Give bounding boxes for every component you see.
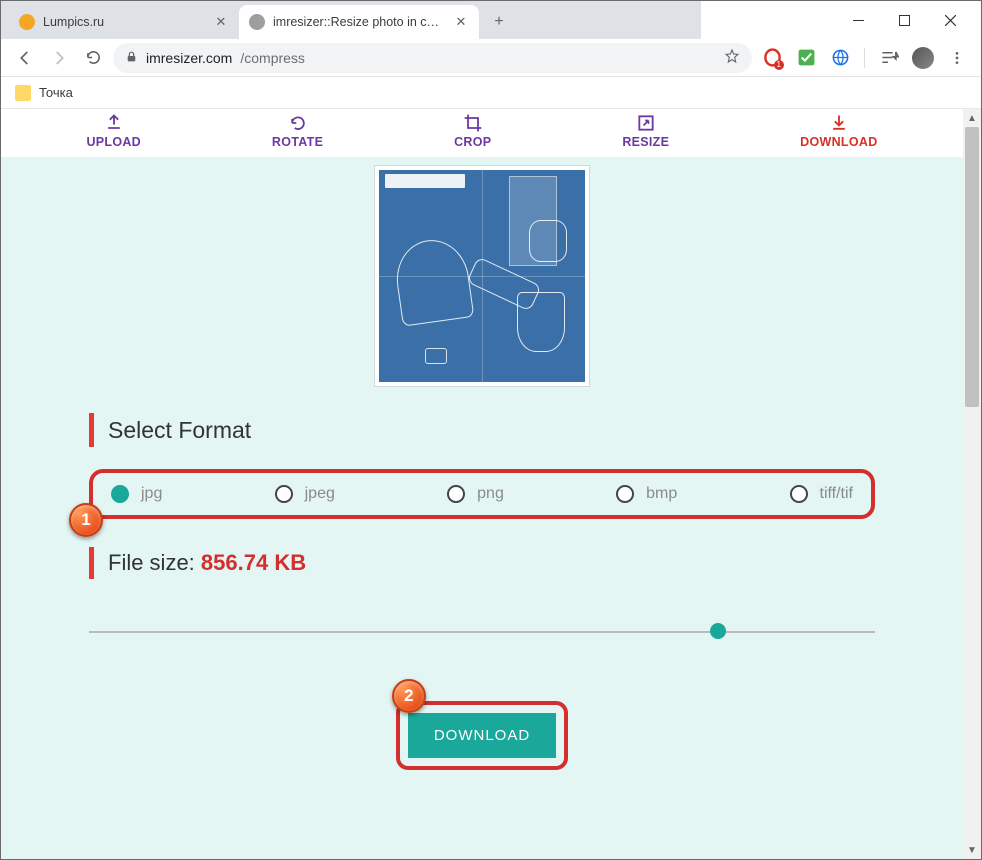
bookmarks-bar: Точка xyxy=(1,77,981,109)
radio-icon xyxy=(111,485,129,503)
scrollbar-thumb[interactable] xyxy=(965,127,979,407)
radio-icon xyxy=(275,485,293,503)
annotation-badge-text: 2 xyxy=(404,686,413,706)
window-close-button[interactable] xyxy=(927,5,973,35)
toolbar-divider xyxy=(864,48,865,68)
browser-toolbar: imresizer.com/compress 1 xyxy=(1,39,981,77)
step-resize[interactable]: RESIZE xyxy=(622,113,669,149)
quality-slider[interactable] xyxy=(89,619,875,643)
radio-icon xyxy=(790,485,808,503)
file-size-text: File size: 856.74 KB xyxy=(108,550,306,576)
profile-avatar[interactable] xyxy=(909,44,937,72)
radio-icon xyxy=(447,485,465,503)
scroll-up-arrow-icon[interactable]: ▲ xyxy=(963,109,981,127)
extension-globe-icon[interactable] xyxy=(826,44,854,72)
step-label: UPLOAD xyxy=(86,135,141,149)
tab-title: imresizer::Resize photo in cm, mm xyxy=(273,15,445,29)
radio-icon xyxy=(616,485,634,503)
rotate-icon xyxy=(288,113,308,133)
favicon-icon xyxy=(249,14,265,30)
favicon-icon xyxy=(19,14,35,30)
tab-close-icon[interactable]: ✕ xyxy=(453,14,469,30)
back-button[interactable] xyxy=(11,44,39,72)
viewport: UPLOAD ROTATE CROP RESIZE DOWNLOAD xyxy=(1,109,981,859)
file-size-label: File size: xyxy=(108,550,201,575)
tab-lumpics[interactable]: Lumpics.ru ✕ xyxy=(9,5,239,39)
image-preview-frame xyxy=(374,165,590,387)
format-tiff[interactable]: tiff/tif xyxy=(790,485,854,503)
format-label: tiff/tif xyxy=(820,485,854,503)
bookmark-item[interactable]: Точка xyxy=(39,85,73,100)
url-host: imresizer.com xyxy=(146,50,232,66)
format-jpeg[interactable]: jpeg xyxy=(275,485,335,503)
browser-window: Lumpics.ru ✕ imresizer::Resize photo in … xyxy=(0,0,982,860)
slider-thumb[interactable] xyxy=(710,623,726,639)
resize-icon xyxy=(636,113,656,133)
download-button-wrap: DOWNLOAD 2 xyxy=(1,701,963,770)
bookmark-folder-icon xyxy=(15,85,31,101)
url-path: /compress xyxy=(240,50,305,66)
format-label: png xyxy=(477,485,504,503)
window-minimize-button[interactable] xyxy=(835,5,881,35)
steps-nav: UPLOAD ROTATE CROP RESIZE DOWNLOAD xyxy=(1,109,963,157)
download-icon xyxy=(829,113,849,133)
slider-track xyxy=(89,631,875,633)
crop-icon xyxy=(463,113,483,133)
image-preview xyxy=(379,170,585,382)
step-label: ROTATE xyxy=(272,135,323,149)
extension-check-icon[interactable] xyxy=(792,44,820,72)
format-jpg[interactable]: jpg xyxy=(111,485,162,503)
step-label: RESIZE xyxy=(622,135,669,149)
window-maximize-button[interactable] xyxy=(881,5,927,35)
annotation-badge-1: 1 xyxy=(69,503,103,537)
download-button[interactable]: DOWNLOAD xyxy=(408,713,556,758)
menu-button[interactable] xyxy=(943,44,971,72)
annotation-badge-2: 2 xyxy=(392,679,426,713)
select-format-heading: Select Format xyxy=(89,405,963,457)
download-annotation-box: DOWNLOAD 2 xyxy=(396,701,568,770)
heading-accent-bar xyxy=(89,547,94,579)
lock-icon xyxy=(125,50,138,66)
star-icon[interactable] xyxy=(724,48,740,67)
tab-title: Lumpics.ru xyxy=(43,15,205,29)
heading-accent-bar xyxy=(89,413,94,447)
format-png[interactable]: png xyxy=(447,485,504,503)
annotation-badge-text: 1 xyxy=(81,510,90,530)
format-label: bmp xyxy=(646,485,677,503)
tab-strip: Lumpics.ru ✕ imresizer::Resize photo in … xyxy=(1,1,701,39)
format-label: jpeg xyxy=(305,485,335,503)
file-size-row: File size: 856.74 KB xyxy=(89,547,963,579)
format-label: jpg xyxy=(141,485,162,503)
step-label: DOWNLOAD xyxy=(800,135,877,149)
address-bar[interactable]: imresizer.com/compress xyxy=(113,43,752,73)
forward-button[interactable] xyxy=(45,44,73,72)
file-size-value: 856.74 KB xyxy=(201,550,306,575)
step-upload[interactable]: UPLOAD xyxy=(86,113,141,149)
step-label: CROP xyxy=(454,135,491,149)
heading-text: Select Format xyxy=(108,417,251,444)
extension-opera-icon[interactable]: 1 xyxy=(758,44,786,72)
extension-badge: 1 xyxy=(774,60,784,70)
format-options-annotation: jpg jpeg png bmp xyxy=(89,469,875,519)
reload-button[interactable] xyxy=(79,44,107,72)
step-rotate[interactable]: ROTATE xyxy=(272,113,323,149)
format-options-wrap: jpg jpeg png bmp xyxy=(89,469,875,519)
tab-close-icon[interactable]: ✕ xyxy=(213,14,229,30)
page-content: UPLOAD ROTATE CROP RESIZE DOWNLOAD xyxy=(1,109,963,859)
format-bmp[interactable]: bmp xyxy=(616,485,677,503)
tab-imresizer[interactable]: imresizer::Resize photo in cm, mm ✕ xyxy=(239,5,479,39)
upload-icon xyxy=(104,113,124,133)
image-preview-area xyxy=(1,163,963,405)
step-crop[interactable]: CROP xyxy=(454,113,491,149)
reading-list-icon[interactable] xyxy=(875,44,903,72)
step-download[interactable]: DOWNLOAD xyxy=(800,113,877,149)
scroll-down-arrow-icon[interactable]: ▼ xyxy=(963,841,981,859)
vertical-scrollbar[interactable]: ▲ ▼ xyxy=(963,109,981,859)
new-tab-button[interactable]: + xyxy=(485,8,513,36)
